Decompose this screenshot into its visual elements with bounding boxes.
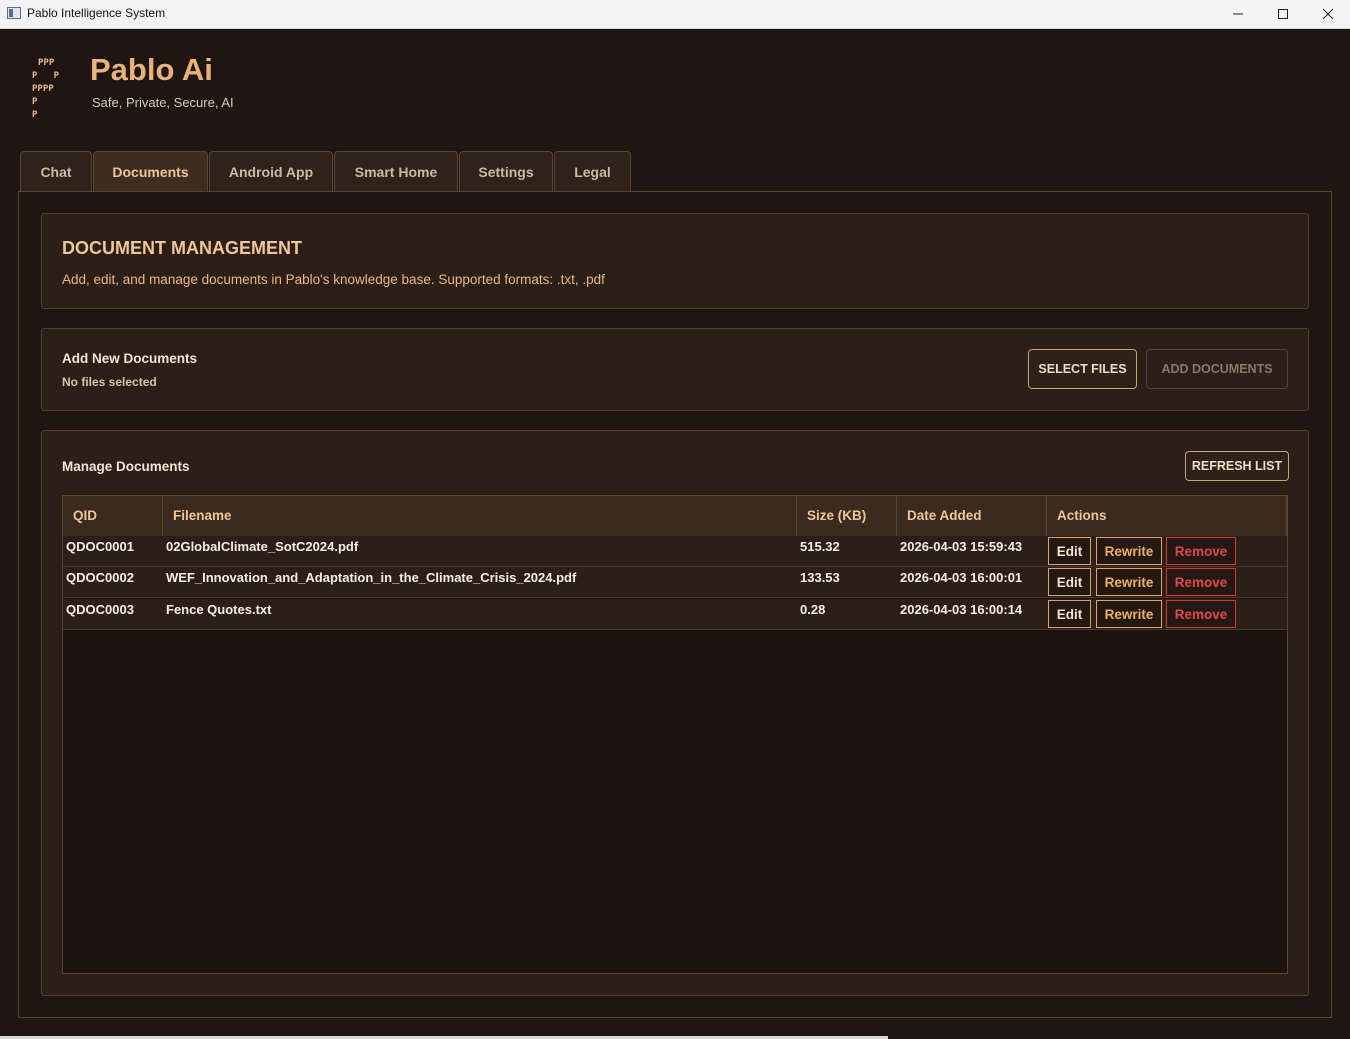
cell-date-added: 2026-04-03 16:00:14 [900, 602, 1023, 617]
minimize-icon [1233, 13, 1243, 15]
add-documents-panel: Add New Documents No files selected SELE… [41, 328, 1309, 411]
app-window-icon [7, 7, 21, 19]
tab-documents[interactable]: Documents [93, 151, 208, 192]
files-selected-status: No files selected [62, 375, 157, 389]
logo-line: P [32, 97, 38, 107]
edit-button[interactable]: Edit [1048, 568, 1091, 596]
cell-filename: 02GlobalClimate_SotC2024.pdf [166, 539, 359, 554]
add-documents-title: Add New Documents [62, 351, 198, 366]
cell-size: 515.32 [800, 539, 840, 554]
cell-size: 0.28 [800, 602, 826, 617]
documents-tab-content: DOCUMENT MANAGEMENT Add, edit, and manag… [18, 191, 1332, 1018]
documents-table: QID Filename Size (KB) Date Added Action… [62, 495, 1288, 974]
cell-filename: Fence Quotes.txt [166, 602, 272, 617]
maximize-button[interactable] [1260, 0, 1306, 28]
rewrite-button[interactable]: Rewrite [1096, 537, 1162, 565]
manage-documents-title: Manage Documents [62, 459, 190, 474]
table-header: QID Filename Size (KB) Date Added Action… [63, 496, 1287, 537]
column-header-actions[interactable]: Actions [1047, 496, 1287, 536]
column-header-qid[interactable]: QID [63, 496, 163, 536]
maximize-icon [1278, 9, 1288, 19]
refresh-list-button[interactable]: REFRESH LIST [1185, 451, 1289, 481]
tab-smart-home[interactable]: Smart Home [334, 151, 458, 191]
remove-button[interactable]: Remove [1166, 537, 1236, 565]
table-row[interactable]: QDOC0003 Fence Quotes.txt 0.28 2026-04-0… [63, 599, 1287, 630]
section-title: DOCUMENT MANAGEMENT [62, 238, 302, 258]
tab-settings[interactable]: Settings [459, 151, 553, 191]
app-subtitle: Safe, Private, Secure, AI [92, 95, 234, 110]
add-documents-button[interactable]: ADD DOCUMENTS [1146, 349, 1288, 389]
cell-qid: QDOC0002 [66, 570, 134, 585]
logo-line: P [32, 110, 38, 120]
logo-line: P P [32, 71, 60, 81]
section-description: Add, edit, and manage documents in Pablo… [62, 272, 605, 287]
cell-size: 133.53 [800, 570, 840, 585]
rewrite-button[interactable]: Rewrite [1096, 600, 1162, 628]
close-icon [1322, 8, 1334, 20]
cell-qid: QDOC0001 [66, 539, 134, 554]
minimize-button[interactable] [1215, 0, 1261, 28]
edit-button[interactable]: Edit [1048, 600, 1091, 628]
column-header-date-added[interactable]: Date Added [897, 496, 1047, 536]
logo-line: PPP [38, 58, 55, 68]
remove-button[interactable]: Remove [1166, 568, 1236, 596]
close-button[interactable] [1305, 0, 1350, 28]
column-header-filename[interactable]: Filename [163, 496, 797, 536]
document-management-header: DOCUMENT MANAGEMENT Add, edit, and manag… [41, 213, 1309, 309]
cell-qid: QDOC0003 [66, 602, 134, 617]
manage-documents-panel: Manage Documents REFRESH LIST QID Filena… [41, 430, 1309, 996]
cell-date-added: 2026-04-03 15:59:43 [900, 539, 1023, 554]
table-row[interactable]: QDOC0002 WEF_Innovation_and_Adaptation_i… [63, 567, 1287, 598]
remove-button[interactable]: Remove [1166, 600, 1236, 628]
pablo-ascii-logo: PPP P P PPPP P P [30, 58, 70, 124]
tab-legal[interactable]: Legal [554, 151, 631, 191]
edit-button[interactable]: Edit [1048, 537, 1091, 565]
tab-android-app[interactable]: Android App [209, 151, 333, 191]
rewrite-button[interactable]: Rewrite [1096, 568, 1162, 596]
tab-chat[interactable]: Chat [20, 151, 92, 191]
cell-filename: WEF_Innovation_and_Adaptation_in_the_Cli… [166, 570, 577, 585]
select-files-button[interactable]: SELECT FILES [1028, 349, 1137, 389]
window-titlebar: Pablo Intelligence System [0, 0, 1350, 29]
table-row[interactable]: QDOC0001 02GlobalClimate_SotC2024.pdf 51… [63, 536, 1287, 567]
window-title: Pablo Intelligence System [27, 6, 166, 20]
cell-date-added: 2026-04-03 16:00:01 [900, 570, 1023, 585]
app-title: Pablo Ai [90, 52, 213, 87]
logo-line: PPPP [32, 84, 54, 94]
column-header-size[interactable]: Size (KB) [797, 496, 897, 536]
